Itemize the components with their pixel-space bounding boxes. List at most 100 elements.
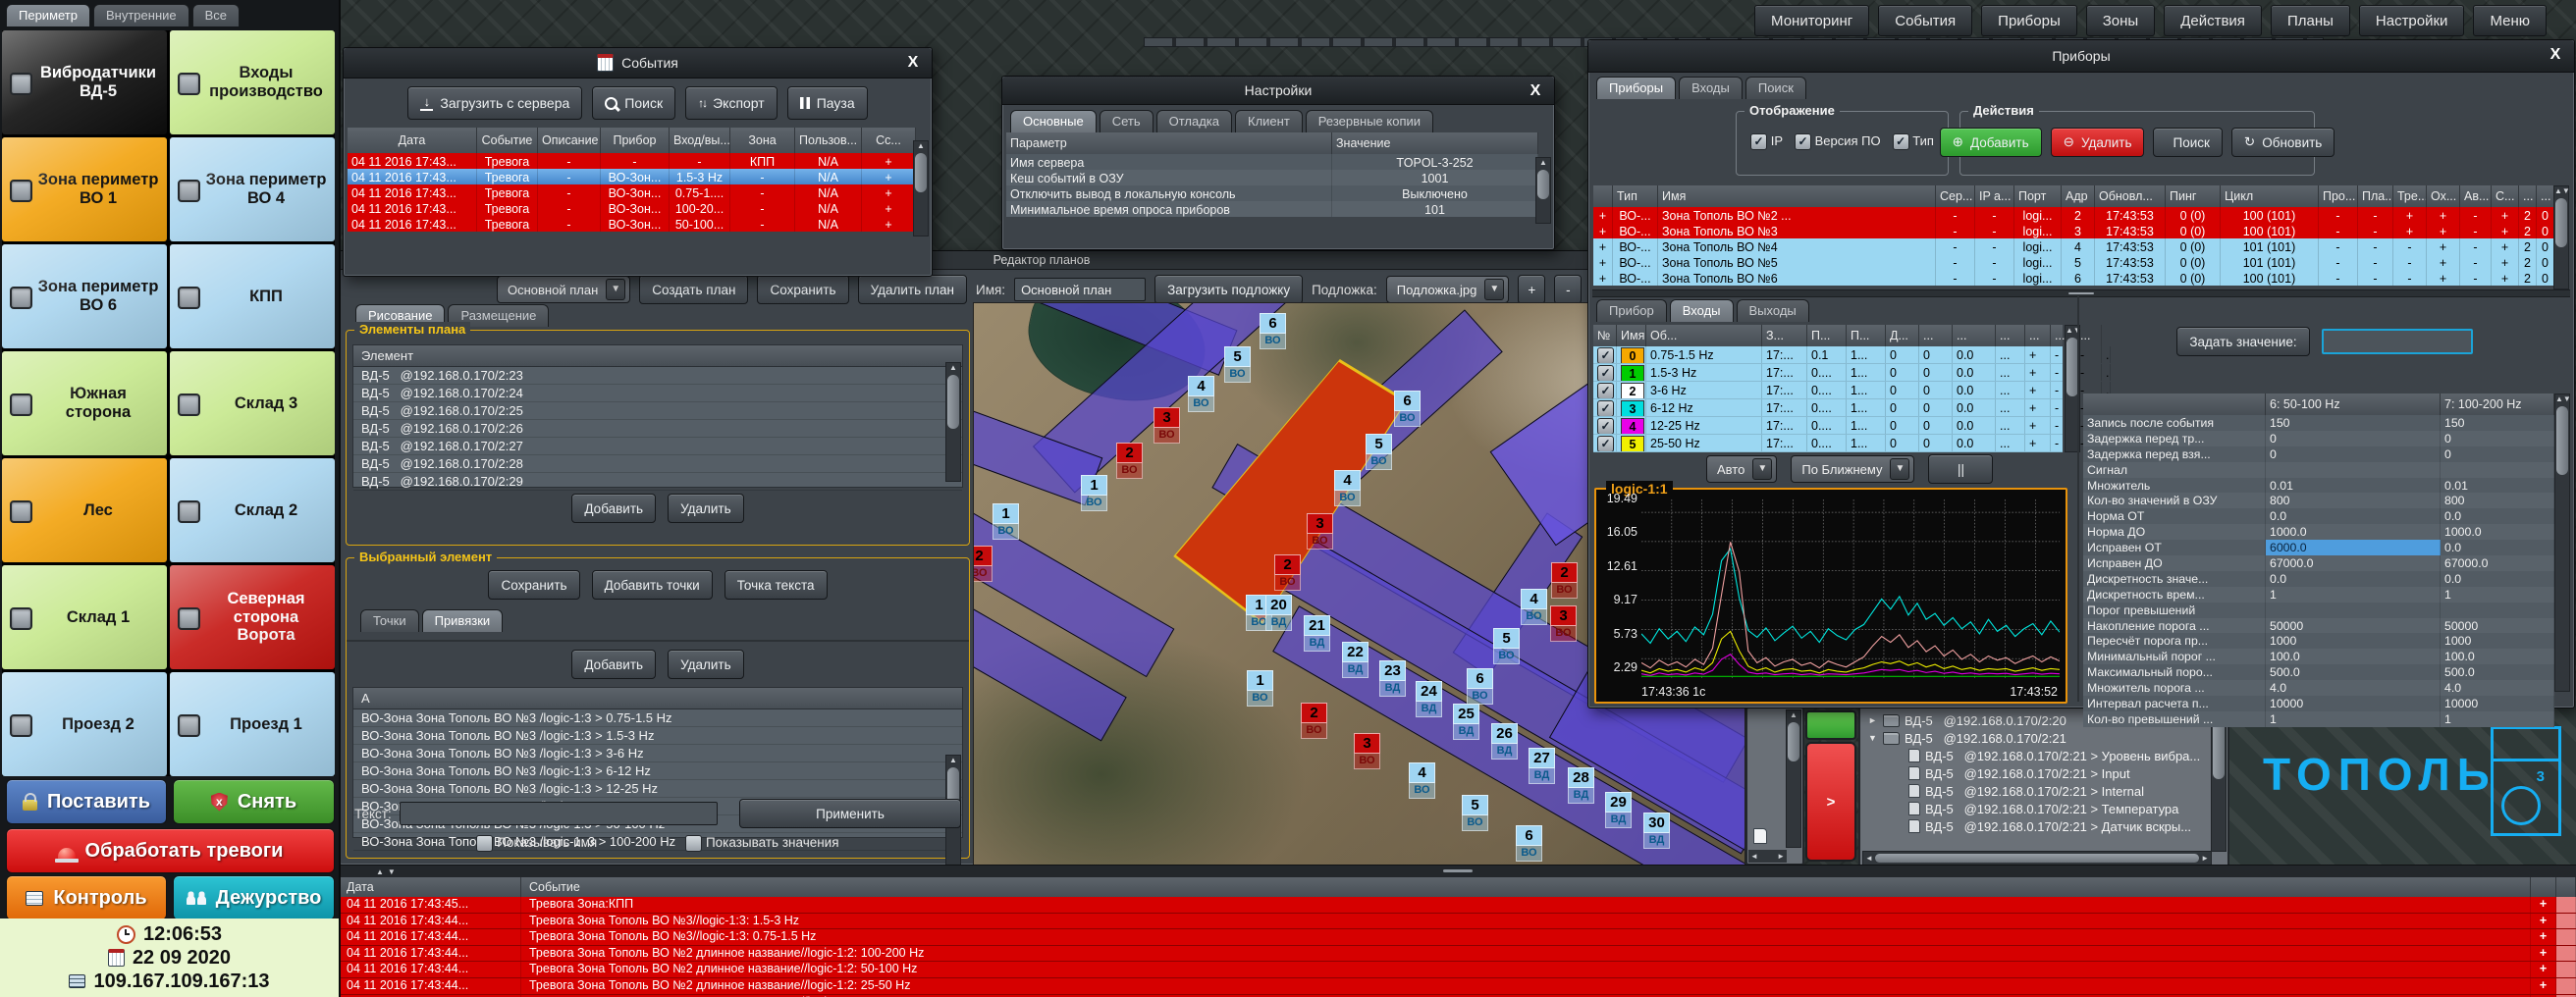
column-header[interactable]: IP а... bbox=[1975, 185, 2014, 207]
action-button[interactable]: Поиск bbox=[2153, 128, 2222, 157]
map-marker[interactable]: 3 ВО bbox=[1307, 513, 1333, 550]
param-value[interactable]: 50000 bbox=[2441, 618, 2554, 634]
checkbox-icon[interactable]: ✓ bbox=[1597, 400, 1614, 416]
map-marker[interactable]: 25 ВД bbox=[1453, 704, 1479, 740]
column-header[interactable]: Про... bbox=[2319, 185, 2358, 207]
checkbox-icon[interactable] bbox=[10, 287, 32, 309]
map-marker[interactable]: 22 ВД bbox=[1342, 642, 1368, 678]
column-header[interactable]: Сс... bbox=[862, 128, 916, 153]
checkbox-icon[interactable] bbox=[10, 500, 32, 523]
column-header[interactable]: Дата bbox=[339, 877, 521, 897]
column-header[interactable]: 7: 100-200 Hz bbox=[2441, 394, 2554, 415]
param-value[interactable]: 0.0 bbox=[2266, 571, 2441, 587]
column-header[interactable]: Зона bbox=[730, 128, 795, 153]
zone-tile[interactable]: КПП bbox=[170, 244, 335, 348]
list-item[interactable]: ВД-5 @192.168.0.170/2:25 bbox=[353, 402, 962, 420]
tree-hscrollbar[interactable]: ◄► bbox=[1862, 851, 2212, 866]
tab[interactable]: Клиент bbox=[1235, 110, 1303, 132]
checkbox-icon[interactable]: ✓ bbox=[1597, 347, 1614, 363]
column-header[interactable]: ... bbox=[1953, 325, 1996, 346]
tab[interactable]: Внутренние bbox=[93, 4, 189, 26]
add-points-button[interactable]: Добавить точки bbox=[592, 570, 713, 600]
checkbox-icon[interactable] bbox=[10, 714, 32, 737]
expand-icon[interactable]: + bbox=[2531, 897, 2556, 913]
checkbox-icon[interactable] bbox=[178, 607, 200, 630]
map-marker[interactable]: 2 ВО bbox=[973, 546, 993, 582]
map-marker[interactable]: 2 ВО bbox=[1274, 554, 1301, 591]
param-value[interactable]: 0.0 bbox=[2441, 508, 2554, 524]
column-header[interactable]: Имя bbox=[1658, 185, 1936, 207]
param-value[interactable]: 150 bbox=[2441, 415, 2554, 431]
list-item[interactable]: ВД-5 @192.168.0.170/2:27 bbox=[353, 438, 962, 455]
table-row[interactable]: Дискретность врем... 1 1 bbox=[2083, 587, 2554, 603]
map-marker[interactable]: 3 ВО bbox=[1354, 733, 1380, 769]
close-icon[interactable]: X bbox=[2543, 44, 2568, 66]
bindings-column-header[interactable]: A bbox=[352, 687, 963, 709]
table-row[interactable]: Минимальный порог ... 100.0 100.0 bbox=[2083, 649, 2554, 664]
menu-button[interactable]: Зоны bbox=[2086, 5, 2155, 36]
param-value[interactable]: 10000 bbox=[2266, 696, 2441, 711]
zone-tile[interactable]: Склад 1 bbox=[2, 565, 167, 669]
param-value[interactable]: 0.0 bbox=[2441, 540, 2554, 555]
checkbox-icon[interactable] bbox=[178, 180, 200, 202]
param-value[interactable]: 500.0 bbox=[2266, 664, 2441, 680]
checkbox-icon[interactable] bbox=[10, 73, 32, 95]
action-button[interactable]: ⊖Удалить bbox=[2051, 128, 2145, 157]
param-value[interactable]: 150 bbox=[2266, 415, 2441, 431]
mini-hscrollbar[interactable]: ◄► bbox=[1748, 850, 1787, 863]
param-value[interactable]: 1000.0 bbox=[2266, 524, 2441, 540]
duty-button[interactable]: Дежурство bbox=[173, 875, 335, 920]
table-row[interactable]: 04 11 2016 17:43:45... Тревога Зона:КПП … bbox=[339, 897, 2576, 914]
list-item[interactable]: ВО-Зона Зона Тополь ВО №3 /logic-1:3 > 1… bbox=[353, 727, 962, 745]
map-marker[interactable]: 24 ВД bbox=[1416, 681, 1442, 717]
column-header[interactable]: ... bbox=[2025, 325, 2051, 346]
menu-button[interactable]: Настройки bbox=[2359, 5, 2465, 36]
param-value[interactable] bbox=[2441, 603, 2554, 618]
zone-tile[interactable]: Южная сторона bbox=[2, 351, 167, 455]
table-row[interactable]: +ВО-...Зона Тополь ВО №4--logi...417:43:… bbox=[1593, 238, 2554, 254]
expand-icon[interactable]: + bbox=[2531, 929, 2556, 945]
table-row[interactable]: 04 11 2016 17:43:44... Тревога Зона Топо… bbox=[339, 946, 2576, 963]
zone-tile[interactable]: Зона периметр ВО 1 bbox=[2, 137, 167, 241]
column-header[interactable]: Порт bbox=[2014, 185, 2062, 207]
param-value[interactable]: 50000 bbox=[2266, 618, 2441, 634]
checkbox-icon[interactable]: ✓ bbox=[1597, 365, 1614, 381]
table-row[interactable]: Интервал расчета п... 10000 10000 bbox=[2083, 696, 2554, 711]
checkbox-icon[interactable] bbox=[10, 607, 32, 630]
expand-icon[interactable]: + bbox=[2531, 914, 2556, 929]
binding-add-button[interactable]: Добавить bbox=[571, 650, 656, 679]
list-item[interactable]: ВО-Зона Зона Тополь ВО №3 /logic-1:3 > 6… bbox=[353, 762, 962, 780]
export-button[interactable]: ↑↓Экспорт bbox=[685, 86, 778, 120]
table-row[interactable]: Минимальное время опроса приборов 101 bbox=[1006, 201, 1538, 217]
events-scrollbar[interactable]: ▲ bbox=[913, 140, 929, 236]
mini-scrollbar[interactable]: ▲ bbox=[1786, 709, 1801, 848]
devices-scrollbar[interactable]: ▲▼ bbox=[2553, 185, 2569, 289]
column-header[interactable]: № bbox=[1593, 325, 1617, 346]
map-marker[interactable]: 5 ВО bbox=[1462, 795, 1488, 831]
column-header[interactable]: 6: 50-100 Hz bbox=[2266, 394, 2441, 415]
checkbox-icon[interactable] bbox=[178, 73, 200, 95]
table-row[interactable]: Накопление порога ... 50000 50000 bbox=[2083, 618, 2554, 634]
param-value[interactable] bbox=[2266, 603, 2441, 618]
tab[interactable]: Отладка bbox=[1156, 110, 1232, 132]
tab[interactable]: Основные bbox=[1010, 110, 1097, 132]
map-marker[interactable]: 29 ВД bbox=[1605, 792, 1632, 828]
table-row[interactable]: ✓ 1 1.5-3 Hz 17:...0....1...000.0...+--.… bbox=[1593, 364, 2063, 382]
process-alarms-button[interactable]: Обработать тревоги bbox=[6, 828, 335, 873]
param-value[interactable]: 100.0 bbox=[2266, 649, 2441, 664]
map-marker[interactable]: 20 ВД bbox=[1265, 595, 1292, 631]
column-header[interactable]: Об... bbox=[1646, 325, 1762, 346]
column-header[interactable]: Адр bbox=[2062, 185, 2095, 207]
table-row[interactable]: Исправен ДО 67000.0 67000.0 bbox=[2083, 555, 2554, 571]
text-point-button[interactable]: Точка текста bbox=[724, 570, 828, 600]
column-header[interactable] bbox=[1593, 185, 1613, 207]
param-value[interactable]: 1000.0 bbox=[2441, 524, 2554, 540]
table-row[interactable]: 04 11 2016 17:43...Тревога-ВО-Зон...50-1… bbox=[348, 216, 916, 232]
map-marker[interactable]: 4 ВО bbox=[1409, 762, 1435, 799]
control-button[interactable]: Контроль bbox=[6, 875, 167, 920]
load-underlay-button[interactable]: Загрузить подложку bbox=[1154, 275, 1303, 304]
elements-scrollbar[interactable]: ▲ bbox=[945, 362, 961, 482]
param-value[interactable]: 0.0 bbox=[2266, 508, 2441, 524]
param-value[interactable] bbox=[2441, 462, 2554, 478]
table-row[interactable]: Норма ОТ 0.0 0.0 bbox=[2083, 508, 2554, 524]
